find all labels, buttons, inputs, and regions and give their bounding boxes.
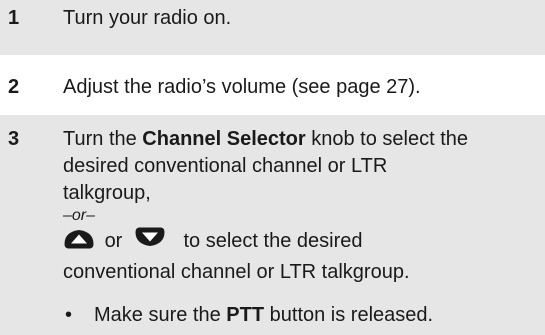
or-separator: –or– <box>63 207 96 224</box>
step-line: or to select the desired <box>63 225 541 259</box>
bullet-symbol: • <box>65 304 73 326</box>
text-fragment: Turn the <box>63 128 143 150</box>
text-fragment: knob to select the <box>305 128 469 150</box>
step-2: 2 Adjust the radio’s volume (see page 27… <box>0 55 545 110</box>
step-1: 1 Turn your radio on. <box>0 0 545 55</box>
text-fragment: button is released. <box>264 304 434 326</box>
bullet-item: • Make sure the PTT button is released. <box>63 302 433 329</box>
step-3: 3 Turn the Channel Selector knob to sele… <box>0 115 545 335</box>
step-line: talkgroup, <box>63 182 151 204</box>
control-name: Channel Selector <box>142 128 306 150</box>
step-number: 3 <box>8 128 20 150</box>
step-line: conventional channel or LTR talkgroup. <box>63 261 410 283</box>
step-number: 1 <box>8 7 20 29</box>
step-number: 2 <box>8 76 20 98</box>
or-word: or <box>104 230 123 252</box>
text-fragment: Make sure the <box>94 304 227 326</box>
step-line: Turn the Channel Selector knob to select… <box>63 126 541 153</box>
step-text: Turn your radio on. <box>63 7 232 29</box>
step-text: Turn the Channel Selector knob to select… <box>63 126 541 286</box>
control-name: PTT <box>226 304 265 326</box>
step-line: desired conventional channel or LTR <box>63 155 388 177</box>
up-arrow-button-icon <box>63 225 95 259</box>
step-text: Adjust the radio’s volume (see page 27). <box>63 76 421 98</box>
text-fragment: to select the desired <box>183 230 363 252</box>
down-arrow-button-icon <box>134 225 166 259</box>
